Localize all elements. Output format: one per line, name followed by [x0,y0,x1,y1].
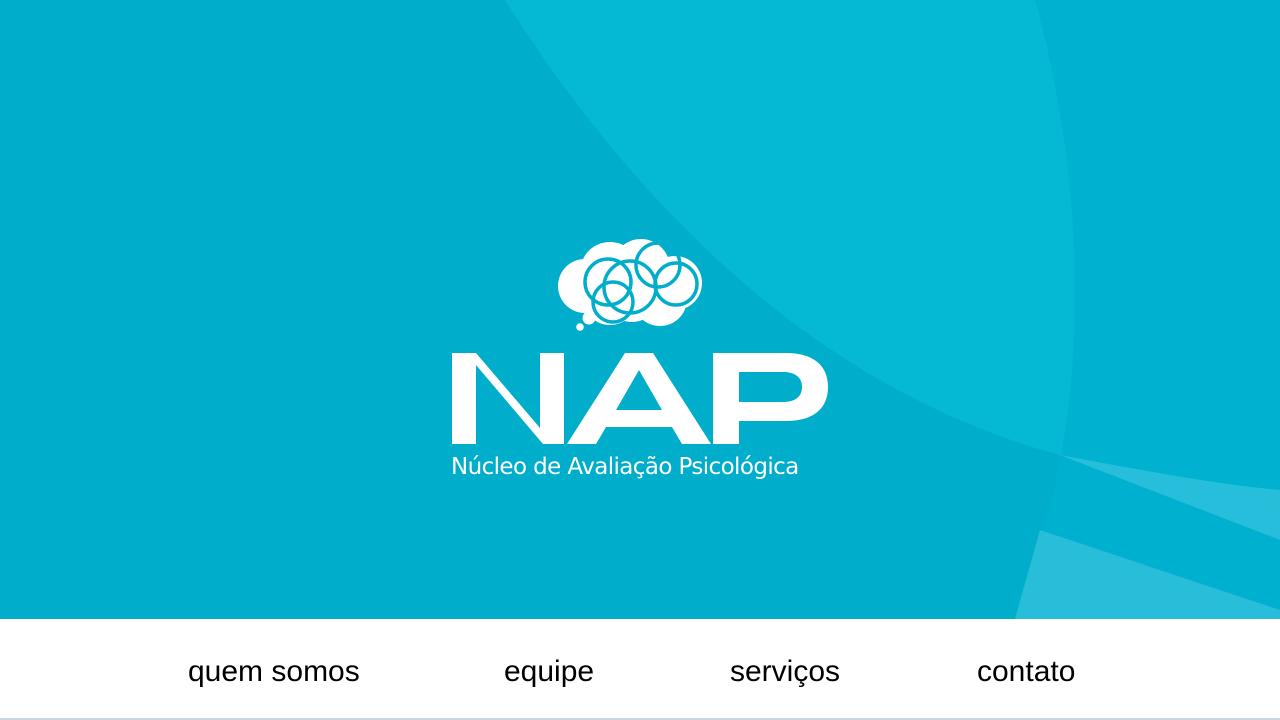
hero-banner: Núcleo de Avaliação Psicológica [0,0,1280,619]
nap-logo[interactable]: Núcleo de Avaliação Psicológica [450,232,830,492]
nav-item-quem-somos[interactable]: quem somos [188,653,360,691]
thought-cloud-icon [452,239,828,444]
nav-item-servicos[interactable]: serviços [730,653,840,691]
nav-item-equipe[interactable]: equipe [504,653,594,691]
nav-item-contato[interactable]: contato [977,653,1075,691]
main-navigation: quem somos equipe serviços contato [0,619,1280,718]
brand-tagline: Núcleo de Avaliação Psicológica [451,454,799,480]
